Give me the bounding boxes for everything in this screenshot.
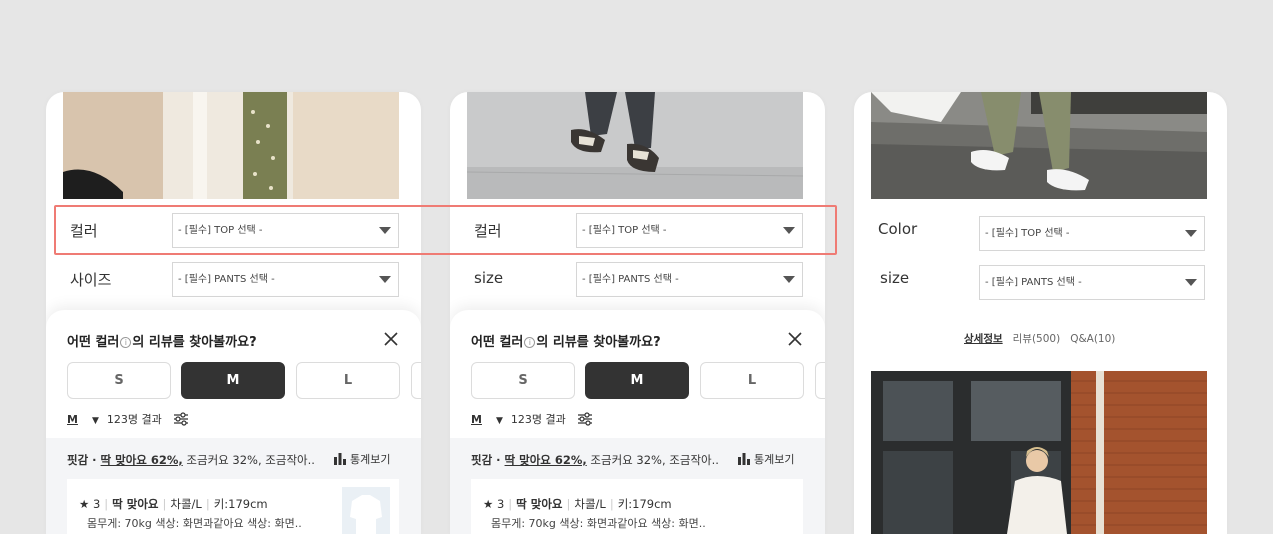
size-button-more[interactable] — [411, 362, 421, 399]
filter-sliders-icon[interactable] — [173, 412, 189, 426]
review-summary: ★ 3 | 딱 맞아요 | 차콜/L | 키:179cm — [79, 497, 268, 511]
product-photo — [467, 92, 803, 199]
size-button-l[interactable]: L — [296, 362, 400, 399]
color-select[interactable]: - [필수] TOP 선택 - — [172, 213, 399, 248]
review-verdict: 딱 맞아요 — [516, 497, 563, 511]
review-rating: ★ 3 — [483, 497, 505, 511]
review-thumbnail[interactable] — [342, 487, 390, 534]
result-count: 123명 결과 — [106, 413, 162, 426]
dropdown-caret-icon — [1185, 279, 1197, 286]
color-select-value: - [필수] TOP 선택 - — [985, 228, 1070, 239]
product-card-1: 컬러 - [필수] TOP 선택 - 사이즈 - [필수] PANTS 선택 -… — [46, 92, 421, 534]
dropdown-caret-icon — [379, 276, 391, 283]
size-button-m[interactable]: M — [181, 362, 285, 399]
color-select[interactable]: - [필수] TOP 선택 - — [979, 216, 1205, 251]
fit-summary: 핏감 · 딱 맞아요 62%, 조금커요 32%, 조금작아.. — [471, 453, 719, 467]
product-photo — [63, 92, 399, 199]
info-icon[interactable]: i — [524, 337, 536, 348]
size-select[interactable]: - [필수] PANTS 선택 - — [172, 262, 399, 297]
color-option-label: 컬러 — [70, 222, 98, 240]
size-select-value: - [필수] PANTS 선택 - — [178, 274, 275, 285]
size-select[interactable]: - [필수] PANTS 선택 - — [576, 262, 803, 297]
filter-row: M ▼ 123명 결과 — [67, 411, 189, 427]
size-option-label: size — [474, 269, 504, 287]
review-summary: ★ 3 | 딱 맞아요 | 차콜/L | 키:179cm — [483, 497, 672, 511]
size-button-more[interactable] — [815, 362, 825, 399]
filter-size-dropdown[interactable]: M — [471, 413, 482, 426]
bar-chart-icon — [334, 453, 346, 465]
review-filter-sheet: 어떤 컬러 i 의 리뷰를 찾아볼까요? S M L M ▼ 123명 결과 핏감 · … — [46, 310, 421, 534]
size-option-label: size — [880, 269, 910, 287]
result-count: 123명 결과 — [510, 413, 566, 426]
bar-chart-icon — [738, 453, 750, 465]
color-select-value: - [필수] TOP 선택 - — [582, 225, 667, 236]
stats-link[interactable]: 통계보기 — [333, 451, 390, 467]
filter-size-dropdown[interactable]: M — [67, 413, 78, 426]
stats-link[interactable]: 통계보기 — [737, 451, 794, 467]
review-rating: ★ 3 — [79, 497, 101, 511]
size-select-value: - [필수] PANTS 선택 - — [582, 274, 679, 285]
product-detail-photo — [871, 371, 1207, 534]
color-select-value: - [필수] TOP 선택 - — [178, 225, 263, 236]
close-icon[interactable] — [383, 331, 399, 347]
product-card-2: 컬러 - [필수] TOP 선택 - size - [필수] PANTS 선택 … — [450, 92, 825, 534]
chevron-down-icon[interactable]: ▼ — [496, 416, 503, 426]
review-variant: 차콜/L — [574, 497, 606, 511]
dropdown-caret-icon — [1185, 230, 1197, 237]
review-filter-sheet: 어떤 컬러 i 의 리뷰를 찾아볼까요? S M L M ▼ 123명 결과 핏감 · … — [450, 310, 825, 534]
review-detail: 몸무게: 70kg 색상: 화면과같아요 색상: 화면.. — [491, 517, 706, 530]
review-detail: 몸무게: 70kg 색상: 화면과같아요 색상: 화면.. — [87, 517, 302, 530]
review-height: 키:179cm — [213, 497, 268, 511]
filter-row: M ▼ 123명 결과 — [471, 411, 593, 427]
dropdown-caret-icon — [783, 276, 795, 283]
color-option-label: Color — [878, 220, 918, 238]
size-button-row: S M L — [67, 362, 421, 400]
fit-summary: 핏감 · 딱 맞아요 62%, 조금커요 32%, 조금작아.. — [67, 453, 315, 467]
size-button-m[interactable]: M — [585, 362, 689, 399]
info-icon[interactable]: i — [120, 337, 132, 348]
size-button-s[interactable]: S — [471, 362, 575, 399]
sheet-title: 어떤 컬러 i 의 리뷰를 찾아볼까요? — [67, 335, 257, 350]
size-button-row: S M L — [471, 362, 825, 400]
review-height: 키:179cm — [617, 497, 672, 511]
review-variant: 차콜/L — [170, 497, 202, 511]
sheet-title: 어떤 컬러 i 의 리뷰를 찾아볼까요? — [471, 335, 661, 350]
detail-tabs: 상세정보 리뷰(500) Q&A(10) — [964, 331, 1125, 346]
fit-summary-panel: 핏감 · 딱 맞아요 62%, 조금커요 32%, 조금작아.. 통계보기 ★ … — [450, 438, 825, 534]
product-card-3: Color - [필수] TOP 선택 - size - [필수] PANTS … — [854, 92, 1227, 534]
tab-reviews[interactable]: 리뷰(500) — [1013, 333, 1061, 345]
review-item[interactable]: ★ 3 | 딱 맞아요 | 차콜/L | 키:179cm 몸무게: 70kg 색상: 화면과… — [471, 479, 803, 534]
tab-detail-info[interactable]: 상세정보 — [964, 333, 1003, 345]
dropdown-caret-icon — [379, 227, 391, 234]
filter-sliders-icon[interactable] — [577, 412, 593, 426]
close-icon[interactable] — [787, 331, 803, 347]
size-option-label: 사이즈 — [70, 271, 112, 289]
product-photo — [871, 92, 1207, 199]
dropdown-caret-icon — [783, 227, 795, 234]
size-button-s[interactable]: S — [67, 362, 171, 399]
size-button-l[interactable]: L — [700, 362, 804, 399]
review-item[interactable]: ★ 3 | 딱 맞아요 | 차콜/L | 키:179cm 몸무게: 70kg 색상: 화면과… — [67, 479, 399, 534]
tab-qna[interactable]: Q&A(10) — [1070, 333, 1115, 345]
size-select-value: - [필수] PANTS 선택 - — [985, 277, 1082, 288]
review-verdict: 딱 맞아요 — [112, 497, 159, 511]
chevron-down-icon[interactable]: ▼ — [92, 416, 99, 426]
color-select[interactable]: - [필수] TOP 선택 - — [576, 213, 803, 248]
fit-summary-panel: 핏감 · 딱 맞아요 62%, 조금커요 32%, 조금작아.. 통계보기 ★ … — [46, 438, 421, 534]
color-option-label: 컬러 — [474, 222, 502, 240]
size-select[interactable]: - [필수] PANTS 선택 - — [979, 265, 1205, 300]
